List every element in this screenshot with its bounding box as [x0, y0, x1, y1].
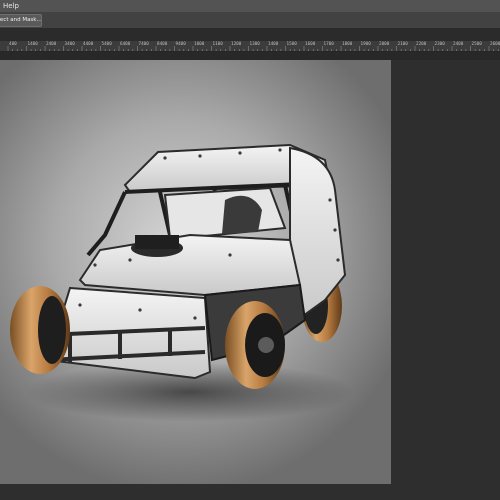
- ruler-tick-label: 8400: [157, 42, 168, 47]
- ruler-tick-label: 1500: [286, 42, 297, 47]
- ruler-tick-label: 1900: [360, 42, 371, 47]
- ruler-tick-label: 1300: [249, 42, 260, 47]
- ruler-tick-label: 1600: [305, 42, 316, 47]
- horizontal-ruler: 400 1400 2400 3400 4400 5400 6400 7400 8400 9400 1…: [0, 41, 500, 52]
- ruler-tick-label: 2300: [434, 42, 445, 47]
- car-hood: [78, 233, 302, 297]
- front-left-tire: [10, 286, 70, 374]
- ruler-tick-label: 1000: [194, 42, 205, 47]
- panel-dock: [391, 60, 500, 500]
- ruler-tick-label: 4400: [83, 42, 94, 47]
- ruler-tick-label: 3400: [64, 42, 75, 47]
- ruler-tick-label: 2400: [453, 42, 464, 47]
- options-bar: elect and Mask...: [0, 12, 500, 29]
- ruler-tick-label: 5400: [101, 42, 112, 47]
- ruler-tick-label: 2500: [471, 42, 482, 47]
- ruler-tick-label: 2000: [379, 42, 390, 47]
- canvas-bottom-area: [0, 484, 391, 500]
- ruler-tick-label: 2600: [490, 42, 500, 47]
- ruler-tick-label: 9400: [175, 42, 186, 47]
- race-car-artwork: [10, 143, 355, 422]
- menu-bar: Help: [0, 0, 500, 12]
- ruler-tick-label: 1800: [342, 42, 353, 47]
- ruler-tick-label: 1700: [323, 42, 334, 47]
- menu-help[interactable]: Help: [3, 0, 19, 12]
- ruler-tick-label: 1200: [231, 42, 242, 47]
- ruler-tick-label: 7400: [138, 42, 149, 47]
- select-and-mask-button[interactable]: elect and Mask...: [0, 14, 42, 27]
- ruler-tick-label: 2400: [46, 42, 57, 47]
- ruler-tick-label: 2100: [397, 42, 408, 47]
- ruler-tick-label: 400: [9, 42, 17, 47]
- ruler-tick-label: 6400: [120, 42, 131, 47]
- ruler-tick-label: 1400: [27, 42, 38, 47]
- document-canvas[interactable]: [0, 60, 391, 484]
- document-tab-strip: [0, 29, 500, 41]
- ruler-tick-label: 1100: [212, 42, 223, 47]
- front-right-tire: [225, 301, 285, 389]
- ruler-tick-label: 2200: [416, 42, 427, 47]
- ruler-tick-label: 1400: [268, 42, 279, 47]
